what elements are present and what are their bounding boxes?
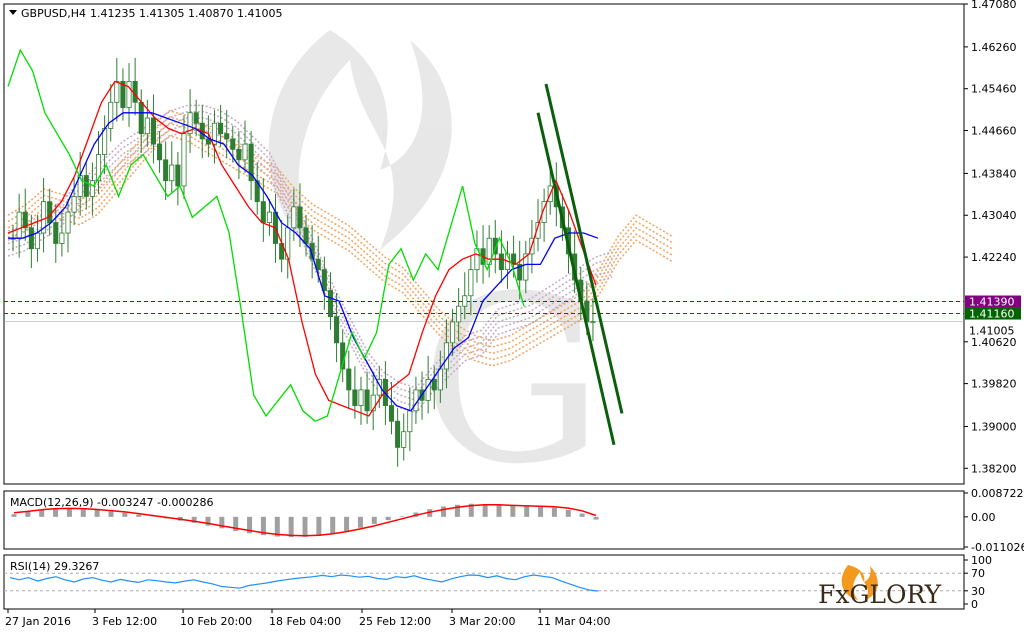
dropdown-triangle-icon[interactable] (9, 10, 17, 15)
y-tick-label: 1.46260 (971, 41, 1017, 54)
rsi-y-tick-label: 30 (971, 585, 985, 598)
macd-label: MACD(12,26,9) -0.003247 -0.000286 (10, 496, 213, 509)
rsi-line (9, 574, 599, 592)
candle-body (132, 80, 138, 103)
candle-body (71, 196, 77, 213)
candle-body (83, 175, 89, 197)
candle-body (175, 164, 181, 187)
rsi-y-tick-label: 70 (971, 567, 985, 580)
candle-body (108, 101, 114, 129)
candle-body (297, 206, 303, 229)
candle-body (224, 133, 230, 140)
ohlc-label: 1.41235 1.41305 1.40870 1.41005 (90, 7, 282, 20)
candle-body (352, 389, 358, 406)
candle-body (16, 211, 22, 239)
candle-body (144, 117, 150, 135)
candle-body (236, 148, 242, 161)
candle-body (462, 295, 468, 307)
candle-body (358, 389, 364, 406)
rsi-label: RSI(14) 29.3267 (10, 560, 99, 573)
chart-canvas: G 1.470801.462601.454601.446601.438401.4… (3, 0, 1024, 628)
fxglory-logo: FxGLORY (818, 565, 942, 609)
price-tag-label: 1.41160 (969, 308, 1015, 321)
candle-body (437, 368, 443, 391)
y-tick-label: 1.43840 (971, 167, 1017, 180)
candle-body (395, 420, 401, 448)
macd-y-tick-label: 0.00 (971, 511, 996, 524)
candle-body (266, 211, 272, 223)
candle-body (34, 232, 41, 250)
candle-body (126, 80, 132, 108)
x-tick-label: 25 Feb 12:00 (359, 615, 431, 628)
x-tick-label: 11 Mar 04:00 (537, 615, 610, 628)
candle-body (230, 138, 236, 150)
candle-body (303, 227, 309, 244)
candle-body (334, 316, 340, 344)
rsi-y-tick-label: 0 (971, 598, 978, 611)
candle-body (65, 211, 71, 234)
candle-body (28, 227, 34, 250)
y-tick-label: 1.42240 (971, 251, 1017, 264)
candle-body (169, 164, 175, 182)
y-tick-label: 1.38200 (971, 462, 1017, 475)
candle-body (89, 180, 95, 197)
macd-y-tick-label: 0.008722 (971, 487, 1024, 500)
x-tick-label: 27 Jan 2016 (5, 615, 71, 628)
y-tick-label: 1.45460 (971, 83, 1017, 96)
candle-body (468, 269, 474, 297)
x-tick-label: 3 Mar 20:00 (449, 615, 515, 628)
candle-body (193, 112, 199, 124)
candle-body (364, 389, 370, 412)
candle-body (327, 290, 334, 318)
candle-body (59, 232, 65, 244)
candle-body (181, 133, 187, 187)
candle-body (260, 201, 266, 223)
x-tick-label: 18 Feb 04:00 (269, 615, 341, 628)
macd-y-tick-label: -0.011026 (971, 541, 1024, 554)
brand-text: FxGLORY (818, 580, 942, 609)
candle-body (47, 201, 53, 223)
symbol-label: GBPUSD,H4 (21, 7, 86, 20)
candle-body (346, 368, 352, 391)
candle-body (498, 253, 504, 271)
candle-body (431, 379, 437, 391)
candle-body (138, 101, 144, 135)
candle-body (150, 117, 156, 145)
candle-body (456, 305, 462, 323)
candle-body (388, 405, 395, 422)
candle-body (157, 143, 163, 161)
y-tick-label: 1.44660 (971, 125, 1017, 138)
rsi-y-tick-label: 100 (971, 554, 992, 567)
y-tick-label: 1.40620 (971, 336, 1017, 349)
current-price-label: 1.41005 (969, 325, 1015, 338)
x-tick-label: 10 Feb 20:00 (180, 615, 252, 628)
candle-body (163, 159, 169, 182)
candle-body (242, 143, 248, 161)
candle-body (401, 431, 407, 448)
x-tick-label: 3 Feb 12:00 (92, 615, 157, 628)
candle-body (53, 222, 59, 244)
candle-body (321, 269, 327, 291)
y-tick-label: 1.39820 (971, 378, 1017, 391)
y-tick-label: 1.47080 (971, 0, 1017, 11)
candle-body (407, 410, 413, 433)
candle-body (590, 321, 596, 324)
candle-body (291, 206, 297, 229)
candle-body (450, 321, 456, 344)
candle-body (218, 122, 224, 135)
y-tick-label: 1.43040 (971, 209, 1017, 222)
candle-body (114, 80, 120, 103)
y-tick-label: 1.39000 (971, 420, 1017, 433)
